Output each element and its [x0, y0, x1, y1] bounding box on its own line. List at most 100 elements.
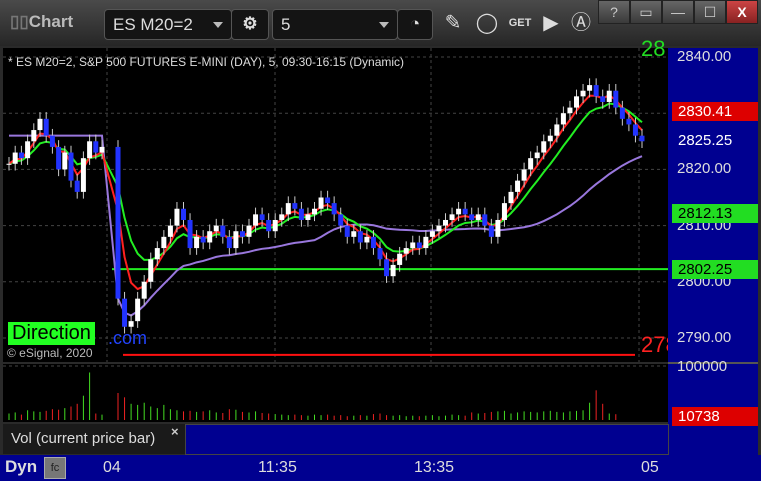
candle-body [207, 231, 213, 243]
candle-body [462, 208, 468, 215]
time-label: 04 [103, 459, 121, 476]
minimize-button[interactable]: — [662, 0, 694, 24]
candle-body [364, 236, 370, 243]
candle-body [200, 236, 206, 243]
alert-icon[interactable]: Ⓐ [568, 10, 594, 36]
candle-body [318, 197, 324, 209]
candle-body [416, 242, 422, 249]
candle-body [567, 107, 573, 114]
partial-label-top: 28 [641, 36, 666, 61]
candle-body [128, 321, 134, 327]
legend-bar [185, 424, 669, 455]
symbol-dropdown[interactable]: ES M20=2 [104, 9, 232, 40]
candle-body [384, 259, 390, 277]
candle-body [449, 214, 455, 220]
link-button[interactable]: ▭ [630, 0, 662, 24]
candle-body [325, 197, 331, 204]
maximize-button[interactable]: ☐ [694, 0, 726, 24]
volume-svg [3, 365, 668, 420]
candle-body [226, 236, 232, 249]
candle-body [554, 124, 560, 136]
candle-body [469, 214, 475, 220]
candle-body [613, 90, 619, 108]
candle-body [547, 135, 553, 142]
candle-body [410, 242, 416, 249]
candle-body [99, 146, 105, 153]
candle-body [580, 90, 586, 97]
watermark-label: Direction [8, 322, 95, 345]
candle-body [626, 118, 632, 125]
candle-body [93, 141, 99, 153]
clock-icon: ◔ [409, 14, 421, 33]
candle-body [501, 203, 507, 220]
get-icon[interactable]: GET [507, 10, 533, 36]
candle-body [397, 253, 403, 265]
candle-body [351, 231, 357, 237]
price-svg [3, 48, 668, 362]
candle-body [220, 225, 226, 237]
close-button[interactable]: X [726, 0, 758, 24]
price-chart[interactable]: * ES M20=2, S&P 500 FUTURES E-MINI (DAY)… [3, 36, 668, 362]
candle-body [639, 135, 645, 142]
lock-icon[interactable]: fc [44, 457, 66, 479]
pencil-icon[interactable]: ✎ [440, 10, 466, 36]
candle-body [154, 248, 160, 260]
volume-pane[interactable] [3, 364, 668, 422]
candle-body [495, 219, 501, 237]
candle-body [377, 248, 383, 260]
candle-body [56, 146, 62, 170]
chart-description: * ES M20=2, S&P 500 FUTURES E-MINI (DAY)… [8, 55, 405, 69]
candle-body [312, 208, 317, 215]
study-icon[interactable]: ◯ [474, 10, 500, 36]
candle-body [632, 124, 638, 136]
candle-body [390, 264, 396, 277]
candle-body [456, 208, 462, 215]
candle-body [25, 141, 31, 159]
candle-body [68, 152, 74, 181]
candle-body [161, 236, 167, 249]
candle-body [115, 146, 121, 299]
copyright: © eSignal, 2020 [7, 346, 93, 360]
candle-body [443, 219, 448, 226]
candle-body [338, 214, 344, 226]
play-icon[interactable]: ▶ [538, 10, 564, 36]
candle-body [600, 96, 606, 102]
candle-body [141, 281, 147, 299]
close-icon[interactable]: × [171, 424, 179, 439]
candle-body [18, 152, 24, 159]
candle-body [62, 152, 68, 170]
candle-body [508, 191, 514, 204]
time-button[interactable]: ◔ [397, 9, 433, 40]
candle-body [272, 219, 278, 232]
candle-body [259, 214, 265, 220]
candle-body [31, 130, 37, 142]
candle-body [331, 203, 337, 215]
mode-label[interactable]: Dyn [5, 457, 37, 477]
candle-body [593, 85, 599, 97]
price-tag-last: 2825.25 [678, 132, 733, 149]
settings-button[interactable]: ⚙ [231, 9, 269, 40]
help-button[interactable]: ? [598, 0, 630, 24]
candle-body [181, 208, 186, 220]
candle-body [515, 180, 521, 192]
candle-body [528, 158, 534, 170]
candle-body [174, 208, 180, 226]
candle-body [43, 118, 49, 136]
candle-body [49, 135, 55, 147]
candle-body [292, 203, 298, 209]
candle-body [285, 203, 291, 215]
candle-body [122, 298, 128, 327]
candle-body [344, 225, 350, 237]
candle-body [403, 248, 409, 254]
volume-legend: Vol (current price bar) × [3, 424, 185, 454]
candle-body [12, 152, 18, 164]
candle-body [423, 236, 429, 249]
time-label: 13:35 [414, 459, 455, 476]
candle-body [239, 231, 245, 237]
interval-dropdown[interactable]: 5 [272, 9, 398, 40]
candle-body [213, 225, 219, 232]
candle-body [6, 163, 12, 165]
candle-body [167, 225, 173, 237]
chevron-down-icon [213, 22, 223, 28]
candle-body [80, 158, 86, 192]
